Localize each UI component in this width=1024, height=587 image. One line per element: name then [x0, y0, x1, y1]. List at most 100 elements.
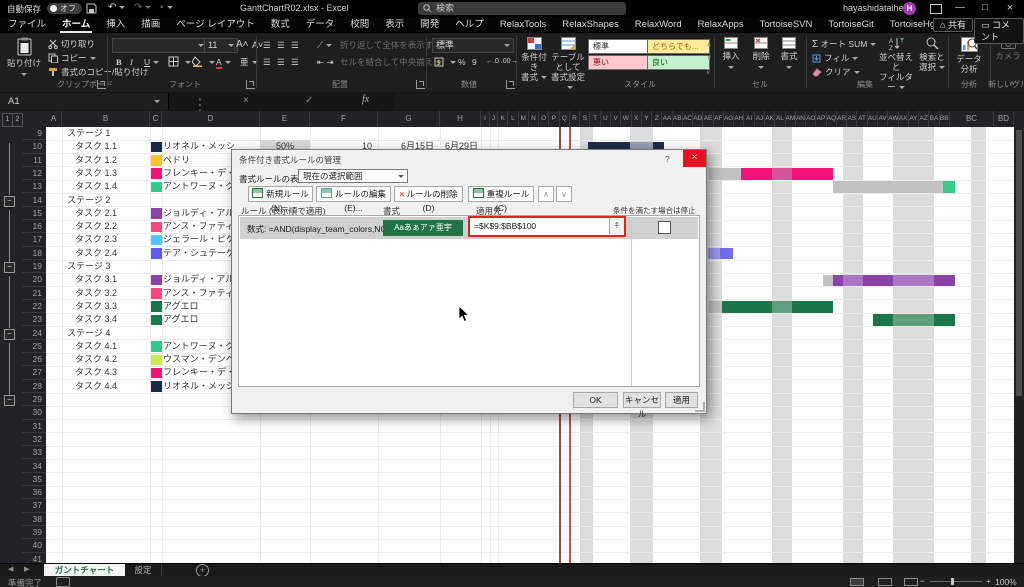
column-header-V[interactable]: V [611, 111, 621, 127]
ribbon-tab-12[interactable]: RelaxShapes [554, 17, 627, 33]
task-label-row20[interactable]: タスク 3.1 [75, 273, 117, 286]
ribbon-tab-6[interactable]: データ [298, 17, 343, 33]
collapse-ribbon-icon[interactable]: ˄ [1010, 79, 1014, 91]
zoom-out-icon[interactable]: − [920, 576, 925, 586]
row-header-31[interactable]: 31 [22, 420, 46, 433]
indent-buttons[interactable]: ⇤ ⇥ [317, 56, 334, 68]
column-header-H[interactable]: H [440, 111, 481, 127]
zoom-slider-thumb[interactable] [951, 578, 954, 585]
format-painter-button[interactable]: 書式のコピー/貼り付け [48, 66, 148, 78]
task-label-row12[interactable]: タスク 1.3 [75, 167, 117, 180]
column-header-AM[interactable]: AM [786, 111, 796, 127]
row-header-20[interactable]: 20 [22, 273, 46, 286]
column-header-X[interactable]: X [632, 111, 642, 127]
column-header-J[interactable]: J [490, 111, 498, 127]
style-gallery-item-3[interactable]: 良い [647, 55, 710, 70]
column-header-T[interactable]: T [590, 111, 600, 127]
member-name-row27[interactable]: フレンキー・デ・ [163, 366, 235, 379]
font-launcher-icon[interactable] [246, 80, 255, 89]
ribbon-tab-7[interactable]: 校閲 [342, 17, 377, 33]
insert-cells-button[interactable]: 挿入 [718, 37, 744, 71]
column-header-BC[interactable]: BC [950, 111, 994, 127]
underline-button[interactable]: U [144, 56, 159, 68]
column-header-BD[interactable]: BD [994, 111, 1014, 127]
task-label-row10[interactable]: タスク 1.1 [75, 140, 117, 153]
column-header-O[interactable]: O [539, 111, 549, 127]
member-name-row25[interactable]: アントワーヌ・グ [163, 340, 235, 353]
cut-button[interactable]: 切り取り [48, 38, 95, 50]
task-label-row9[interactable]: ステージ 1 [67, 127, 110, 140]
apply-button[interactable]: 適用 [665, 392, 698, 408]
row-header-25[interactable]: 25 [22, 340, 46, 353]
row-header-15[interactable]: 15 [22, 207, 46, 220]
task-label-row15[interactable]: タスク 2.1 [75, 207, 117, 220]
row-header-13[interactable]: 13 [22, 180, 46, 193]
column-header-A[interactable]: A [46, 111, 62, 127]
ribbon-display-options-icon[interactable] [930, 4, 942, 14]
grow-font-button[interactable]: A˄ [236, 39, 249, 51]
shrink-font-button[interactable]: A˅ [252, 39, 263, 51]
column-header-AD[interactable]: AD [693, 111, 703, 127]
column-header-C[interactable]: C [150, 111, 162, 127]
duplicate-rule-button[interactable]: 重複ルール(C) [468, 186, 534, 202]
autosave-toggle[interactable]: オフ [47, 3, 82, 14]
ribbon-tab-8[interactable]: 表示 [377, 17, 412, 33]
member-name-row28[interactable]: リオネル・メッシ [163, 380, 235, 393]
column-header-AE[interactable]: AE [703, 111, 713, 127]
outline-collapse-button-0[interactable]: − [4, 196, 15, 207]
row-header-29[interactable]: 29 [22, 393, 46, 406]
style-gallery-item-0[interactable]: 標準 [588, 39, 651, 54]
ok-button[interactable]: OK [573, 392, 618, 408]
column-header-AL[interactable]: AL [775, 111, 785, 127]
accessibility-icon[interactable] [56, 577, 70, 587]
column-header-AR[interactable]: AR [837, 111, 847, 127]
close-button[interactable]: × [1000, 0, 1020, 16]
column-header-L[interactable]: L [508, 111, 518, 127]
row-header-22[interactable]: 22 [22, 300, 46, 313]
column-header-B[interactable]: B [62, 111, 150, 127]
dialog-help-icon[interactable]: ? [665, 154, 670, 164]
column-header-AH[interactable]: AH [734, 111, 744, 127]
dialog-close-button[interactable]: × [683, 150, 706, 167]
row-header-34[interactable]: 34 [22, 460, 46, 473]
column-header-AQ[interactable]: AQ [827, 111, 837, 127]
row-header-33[interactable]: 33 [22, 446, 46, 459]
task-label-row28[interactable]: タスク 4.4 [75, 380, 117, 393]
bold-button[interactable]: B [116, 56, 122, 68]
percent-button[interactable]: % [458, 56, 466, 68]
row-header-9[interactable]: 9 [22, 127, 46, 140]
task-label-row23[interactable]: タスク 3.4 [75, 313, 117, 326]
page-layout-view-icon[interactable] [878, 578, 892, 586]
number-format-combo[interactable]: 標準 [432, 38, 514, 53]
decimal-buttons[interactable]: ←.0 .00→ [486, 56, 518, 68]
gallery-scroll-up[interactable]: ▲ [706, 39, 712, 51]
autosum-button[interactable]: Σ オート SUM [812, 38, 876, 51]
column-header-R[interactable]: R [570, 111, 580, 127]
fill-color-button[interactable] [192, 56, 215, 68]
page-break-view-icon[interactable] [904, 578, 918, 586]
formula-input[interactable] [395, 93, 1024, 110]
ribbon-tab-4[interactable]: ページ レイアウト [168, 17, 262, 33]
outline-collapse-button-3[interactable]: − [4, 395, 15, 406]
column-header-AK[interactable]: AK [765, 111, 775, 127]
ribbon-tab-10[interactable]: ヘルプ [447, 17, 492, 33]
orientation-button[interactable]: ⟋ [317, 39, 332, 51]
gallery-scroll-down[interactable]: ▼ [706, 53, 712, 65]
clear-button[interactable]: クリア [812, 66, 860, 78]
font-color-button[interactable]: A [216, 56, 231, 68]
row-header-12[interactable]: 12 [22, 167, 46, 180]
task-label-row18[interactable]: タスク 2.4 [75, 247, 117, 260]
ruby-button[interactable]: 亜 [240, 56, 258, 68]
row-header-11[interactable]: 11 [22, 154, 46, 167]
column-header-G[interactable]: G [378, 111, 440, 127]
ribbon-tab-16[interactable]: TortoiseGit [820, 17, 881, 33]
cancel-entry-icon[interactable]: × [243, 95, 249, 106]
row-header-35[interactable]: 35 [22, 473, 46, 486]
task-label-row14[interactable]: ステージ 2 [67, 194, 110, 207]
task-label-row24[interactable]: ステージ 4 [67, 327, 110, 340]
task-label-row19[interactable]: ステージ 3 [67, 260, 110, 273]
comma-button[interactable]: 9 [472, 56, 477, 68]
column-header-AJ[interactable]: AJ [755, 111, 765, 127]
insert-function-icon[interactable]: fx [362, 94, 369, 105]
horizontal-align-buttons[interactable]: ☰ ☰ ☰ [263, 56, 301, 68]
